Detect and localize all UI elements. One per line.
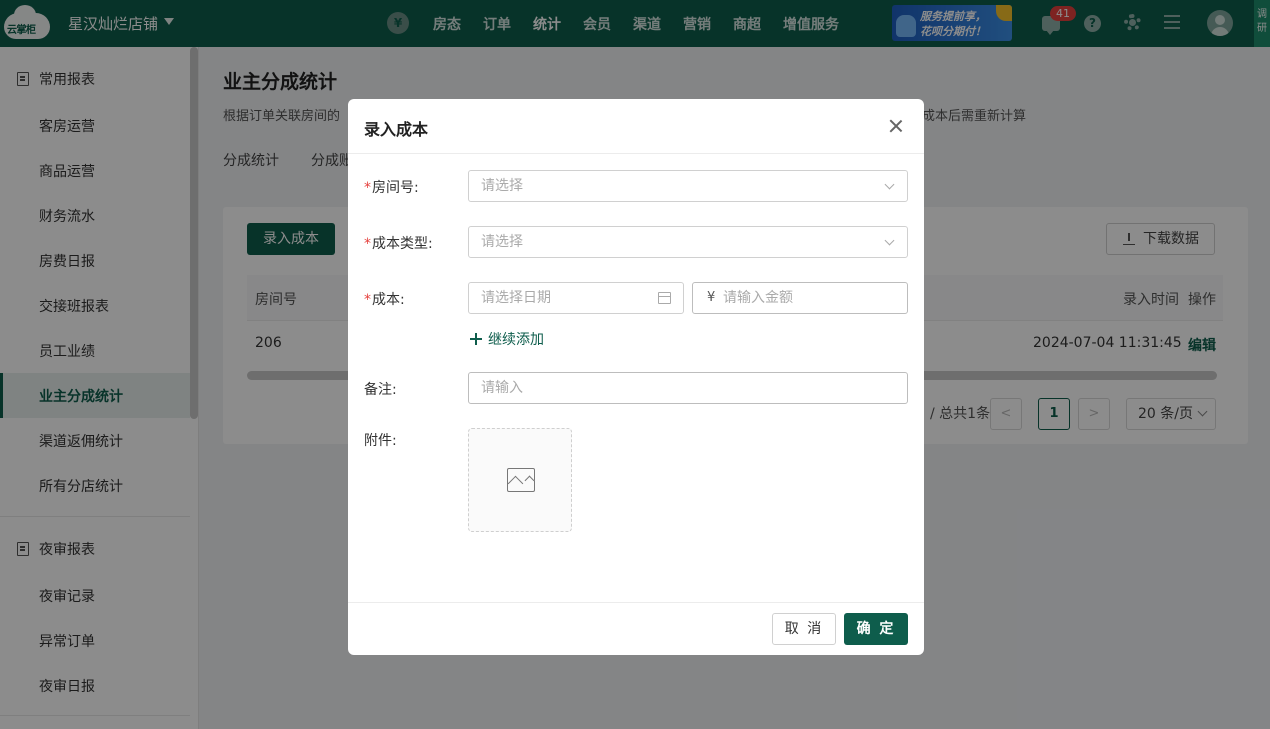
required-mark: *	[364, 180, 371, 196]
currency-symbol: ¥	[707, 290, 716, 305]
cost-label-text: 成本:	[372, 292, 405, 308]
chevron-down-icon	[884, 179, 895, 190]
close-icon[interactable]	[887, 117, 905, 135]
cost-type-label: *成本类型:	[364, 233, 433, 253]
cost-type-placeholder: 请选择	[481, 234, 523, 250]
add-cost-modal: 录入成本 *房间号: 请选择 *成本类型: 请选择 *成本: 请选择日期 ¥ 请…	[348, 99, 924, 655]
confirm-button[interactable]: 确 定	[844, 613, 908, 645]
date-placeholder: 请选择日期	[481, 290, 551, 306]
remark-input[interactable]: 请输入	[468, 372, 908, 404]
calendar-icon	[658, 292, 671, 304]
modal-title: 录入成本	[364, 120, 429, 139]
cost-type-select[interactable]: 请选择	[468, 226, 908, 258]
chevron-down-icon	[884, 235, 895, 246]
amount-input[interactable]: ¥ 请输入金额	[692, 282, 908, 314]
modal-footer: 取 消 确 定	[348, 602, 924, 655]
add-more-label: 继续添加	[488, 332, 544, 348]
attachment-label: 附件:	[364, 433, 397, 449]
room-label-text: 房间号:	[372, 180, 419, 196]
modal-header: 录入成本	[348, 99, 924, 154]
add-more-button[interactable]: 继续添加	[470, 329, 544, 349]
room-select-placeholder: 请选择	[481, 178, 523, 194]
image-upload-icon	[507, 468, 535, 492]
cancel-button[interactable]: 取 消	[772, 613, 836, 645]
remark-label: 备注:	[364, 382, 397, 398]
cost-type-label-text: 成本类型:	[372, 236, 433, 252]
remark-placeholder: 请输入	[481, 380, 523, 396]
required-mark: *	[364, 236, 371, 252]
amount-placeholder: 请输入金额	[723, 290, 793, 306]
date-picker[interactable]: 请选择日期	[468, 282, 684, 314]
plus-icon	[470, 333, 482, 345]
room-label: *房间号:	[364, 177, 419, 197]
attachment-upload[interactable]	[468, 428, 572, 532]
room-select[interactable]: 请选择	[468, 170, 908, 202]
cost-label: *成本:	[364, 289, 405, 309]
required-mark: *	[364, 292, 371, 308]
